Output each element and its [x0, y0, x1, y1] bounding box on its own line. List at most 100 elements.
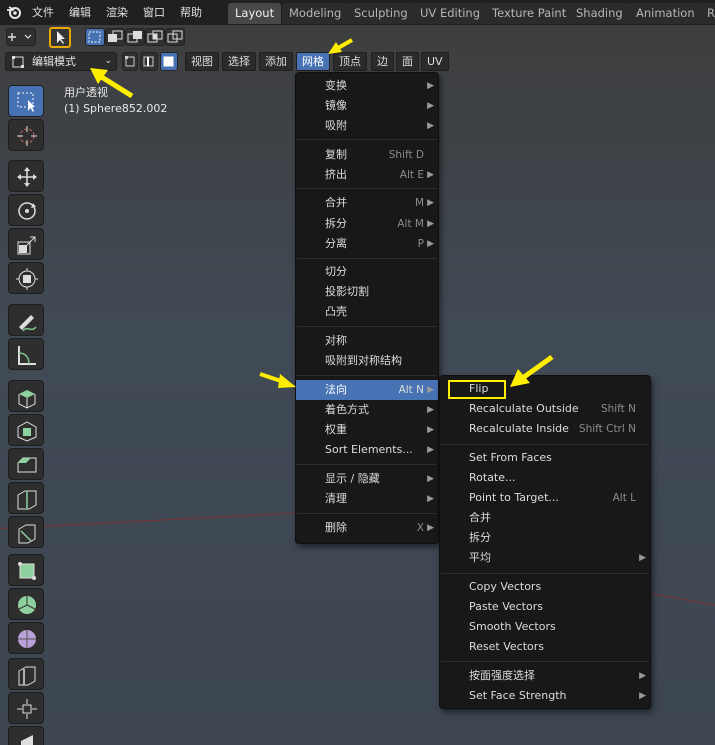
- face-select-button[interactable]: [160, 52, 178, 71]
- select-subtract-icon: [127, 31, 142, 43]
- normals-point-to-target[interactable]: Point to Target... Alt L: [440, 488, 650, 508]
- tool-measure[interactable]: [8, 338, 44, 370]
- tool-annotate[interactable]: [8, 304, 44, 336]
- tab-texture-paint[interactable]: Texture Paint: [485, 3, 574, 24]
- blender-logo-icon[interactable]: [6, 4, 22, 20]
- normals-select-by-face-strength[interactable]: 按面强度选择 ▶: [440, 666, 650, 686]
- separator: [441, 444, 649, 445]
- header-menu-uv[interactable]: UV: [421, 52, 449, 71]
- loop-cut-icon: [17, 490, 37, 510]
- top-bar: 文件 编辑 渲染 窗口 帮助 Layout Modeling Sculpting…: [0, 0, 715, 25]
- tool-inset[interactable]: [8, 414, 44, 446]
- mesh-menu-clean-up[interactable]: 清理 ▶: [296, 489, 438, 509]
- tool-select-box[interactable]: [8, 85, 44, 117]
- tool-extrude[interactable]: [8, 380, 44, 412]
- mesh-menu-sort-elements[interactable]: Sort Elements... ▶: [296, 440, 438, 460]
- mesh-menu-separate[interactable]: 分离 P ▶: [296, 234, 438, 254]
- transform-tool-icon: [16, 268, 38, 290]
- inset-faces-icon: [17, 421, 37, 442]
- header-menu-face[interactable]: 面: [396, 52, 419, 71]
- annotation-arrow-mesh: [328, 38, 353, 54]
- extrude-region-icon: [18, 390, 36, 409]
- normals-smooth-vectors[interactable]: Smooth Vectors: [440, 617, 650, 637]
- normals-split[interactable]: 拆分: [440, 528, 650, 548]
- separator: [297, 375, 437, 376]
- mesh-menu-show-hide[interactable]: 显示 / 隐藏 ▶: [296, 469, 438, 489]
- tool-loop-cut[interactable]: [8, 482, 44, 514]
- mesh-menu-bisect[interactable]: 切分: [296, 262, 438, 282]
- normals-rotate[interactable]: Rotate...: [440, 468, 650, 488]
- select-mode-intersect-button[interactable]: [165, 28, 185, 46]
- edge-slide-icon: [18, 666, 36, 686]
- mesh-menu-weights[interactable]: 权重 ▶: [296, 420, 438, 440]
- mesh-menu-delete[interactable]: 删除 X ▶: [296, 518, 438, 538]
- tool-move[interactable]: [8, 160, 44, 192]
- tool-spin[interactable]: [8, 588, 44, 620]
- normals-merge[interactable]: 合并: [440, 508, 650, 528]
- tool-rotate[interactable]: [8, 194, 44, 226]
- tool-select-dropdown[interactable]: [6, 28, 36, 46]
- menu-window[interactable]: 窗口: [143, 4, 165, 20]
- tool-knife[interactable]: [8, 516, 44, 548]
- normals-average[interactable]: 平均 ▶: [440, 548, 650, 568]
- mesh-menu-transform[interactable]: 变换 ▶: [296, 76, 438, 96]
- select-mode-invert-button[interactable]: [145, 28, 165, 46]
- normals-reset-vectors[interactable]: Reset Vectors: [440, 637, 650, 657]
- normals-set-face-strength[interactable]: Set Face Strength ▶: [440, 686, 650, 706]
- tab-uv-editing[interactable]: UV Editing: [413, 3, 487, 24]
- mesh-menu-symmetrize[interactable]: 对称: [296, 331, 438, 351]
- tool-poly-build[interactable]: [8, 554, 44, 586]
- mesh-menu-duplicate[interactable]: 复制 Shift D: [296, 145, 438, 165]
- tab-sculpting[interactable]: Sculpting: [347, 3, 415, 24]
- tool-transform[interactable]: [8, 262, 44, 294]
- tab-overflow[interactable]: R: [700, 3, 715, 24]
- mesh-menu-knife-project[interactable]: 投影切割: [296, 282, 438, 302]
- normals-recalculate-inside[interactable]: Recalculate Inside Shift Ctrl N: [440, 419, 650, 439]
- select-extend-icon: [108, 30, 123, 42]
- edge-select-button[interactable]: [140, 52, 158, 71]
- tool-shear[interactable]: [8, 726, 44, 745]
- select-mode-extend-button[interactable]: [105, 28, 125, 46]
- tool-scale[interactable]: [8, 228, 44, 260]
- menu-render[interactable]: 渲染: [106, 4, 128, 20]
- tab-layout[interactable]: Layout: [228, 3, 282, 24]
- header-menu-view[interactable]: 视图: [185, 52, 219, 71]
- mesh-menu-convex-hull[interactable]: 凸壳: [296, 302, 438, 322]
- tool-bevel[interactable]: [8, 448, 44, 480]
- normals-submenu: Flip Recalculate Outside Shift N Recalcul…: [439, 375, 651, 709]
- normals-recalculate-outside[interactable]: Recalculate Outside Shift N: [440, 399, 650, 419]
- mesh-menu-mirror[interactable]: 镜像 ▶: [296, 96, 438, 116]
- menu-edit[interactable]: 编辑: [69, 4, 91, 20]
- x-axis-line-left: [0, 512, 300, 529]
- header-menu-select[interactable]: 选择: [222, 52, 256, 71]
- mesh-menu-normals[interactable]: 法向 Alt N ▶: [296, 380, 438, 400]
- mesh-menu-snap[interactable]: 吸附 ▶: [296, 116, 438, 136]
- tool-edge-slide[interactable]: [8, 658, 44, 690]
- tab-modeling[interactable]: Modeling: [282, 3, 349, 24]
- menu-file[interactable]: 文件: [32, 4, 54, 20]
- tab-shading[interactable]: Shading: [569, 3, 630, 24]
- separator: [297, 326, 437, 327]
- 3d-cursor-icon: [17, 126, 37, 146]
- mesh-menu-extrude[interactable]: 挤出 Alt E ▶: [296, 165, 438, 185]
- tool-cursor-button[interactable]: [49, 27, 71, 48]
- mesh-menu-shading[interactable]: 着色方式 ▶: [296, 400, 438, 420]
- tab-animation[interactable]: Animation: [629, 3, 702, 24]
- tool-cursor[interactable]: [8, 119, 44, 151]
- header-menu-mesh[interactable]: 网格: [296, 52, 330, 71]
- normals-set-from-faces[interactable]: Set From Faces: [440, 448, 650, 468]
- select-mode-subtract-button[interactable]: [125, 28, 145, 46]
- select-mode-new-button[interactable]: [85, 28, 105, 46]
- bevel-icon: [17, 457, 37, 473]
- normals-copy-vectors[interactable]: Copy Vectors: [440, 577, 650, 597]
- mesh-menu-snap-to-symmetry[interactable]: 吸附到对称结构: [296, 351, 438, 371]
- normals-paste-vectors[interactable]: Paste Vectors: [440, 597, 650, 617]
- annotation-arrow-normals: [259, 372, 296, 388]
- header-menu-add[interactable]: 添加: [259, 52, 293, 71]
- tool-shrink-fatten[interactable]: [8, 692, 44, 724]
- menu-help[interactable]: 帮助: [180, 4, 202, 20]
- tool-smooth[interactable]: [8, 622, 44, 654]
- mesh-menu-merge[interactable]: 合并 M ▶: [296, 193, 438, 213]
- mesh-menu-split[interactable]: 拆分 Alt M ▶: [296, 214, 438, 234]
- header-menu-edge[interactable]: 边: [371, 52, 394, 71]
